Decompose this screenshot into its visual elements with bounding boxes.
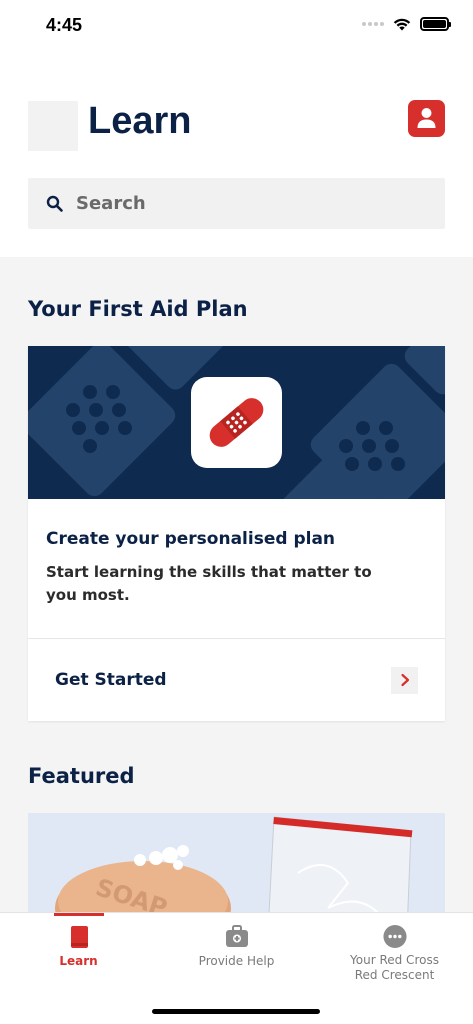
featured-card[interactable]: SOAP bbox=[28, 813, 445, 912]
get-started-button[interactable]: Get Started bbox=[28, 639, 445, 721]
plan-card-heading: Create your personalised plan bbox=[46, 529, 336, 549]
home-indicator bbox=[152, 1009, 320, 1014]
bandage-icon bbox=[209, 398, 264, 447]
profile-button[interactable] bbox=[408, 100, 445, 137]
logo-placeholder bbox=[28, 101, 78, 151]
first-aid-plan-title: Your First Aid Plan bbox=[28, 297, 248, 321]
tab-label-learn: Learn bbox=[59, 954, 98, 968]
plan-card-description: Start learning the skills that matter to… bbox=[46, 563, 372, 604]
first-aid-kit-icon bbox=[225, 925, 248, 947]
plan-banner bbox=[28, 346, 445, 499]
status-time: 4:45 bbox=[46, 15, 83, 35]
user-icon bbox=[417, 108, 436, 128]
book-icon bbox=[70, 926, 88, 948]
tab-label-red-cross: Your Red Cross Red Crescent bbox=[350, 953, 439, 982]
tab-label-provide-help: Provide Help bbox=[198, 954, 275, 968]
active-tab-indicator bbox=[54, 913, 104, 916]
featured-image: SOAP bbox=[55, 816, 413, 912]
chevron-right-icon bbox=[391, 666, 418, 694]
search-icon bbox=[46, 195, 63, 212]
status-bar: 4:45 bbox=[0, 0, 473, 52]
tab-provide-help[interactable]: Provide Help bbox=[158, 913, 315, 983]
plan-card-body: Create your personalised plan Start lear… bbox=[28, 499, 445, 638]
search-input[interactable]: Search bbox=[28, 178, 445, 229]
status-icons bbox=[362, 17, 451, 31]
featured-title: Featured bbox=[28, 764, 135, 788]
search-placeholder: Search bbox=[76, 193, 146, 214]
tab-learn[interactable]: Learn bbox=[0, 913, 157, 983]
more-dots-icon bbox=[382, 924, 407, 949]
battery-icon bbox=[420, 17, 451, 31]
tab-bar: Learn Provide Help Your Red Cross Red Cr… bbox=[0, 912, 473, 1024]
first-aid-plan-card[interactable]: Create your personalised plan Start lear… bbox=[28, 346, 445, 721]
main-content[interactable]: Your First Aid Plan Create your personal… bbox=[0, 257, 473, 912]
page-title: Learn bbox=[88, 100, 192, 142]
tab-red-cross[interactable]: Your Red Cross Red Crescent bbox=[316, 913, 473, 983]
header: Learn Search bbox=[0, 52, 473, 257]
bandage-icon-tile bbox=[191, 377, 282, 468]
get-started-label: Get Started bbox=[55, 670, 167, 690]
cellular-signal-icon bbox=[362, 22, 384, 26]
wifi-icon bbox=[393, 18, 411, 31]
